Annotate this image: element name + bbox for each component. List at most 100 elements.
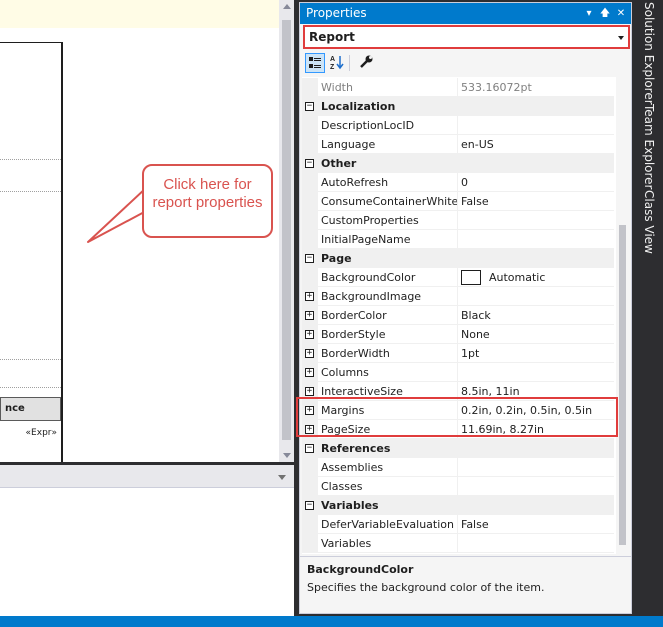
chevron-down-icon[interactable] bbox=[278, 475, 286, 480]
property-value[interactable]: Automatic bbox=[458, 268, 614, 287]
property-row[interactable]: + InteractiveSize 8.5in, 11in bbox=[302, 382, 614, 401]
lower-pane-header bbox=[0, 465, 294, 488]
property-row[interactable]: InitialPageName bbox=[302, 230, 614, 249]
property-value[interactable] bbox=[458, 534, 614, 553]
property-value[interactable] bbox=[458, 477, 614, 496]
scroll-down-icon[interactable] bbox=[283, 453, 291, 458]
alphabetical-sort-icon[interactable]: A Z bbox=[327, 53, 347, 73]
property-row[interactable]: + BackgroundImage bbox=[302, 287, 614, 306]
toolbar-separator bbox=[349, 55, 350, 71]
property-row[interactable]: DescriptionLocID bbox=[302, 116, 614, 135]
property-row[interactable]: CustomProperties bbox=[302, 211, 614, 230]
expand-icon[interactable]: + bbox=[305, 425, 314, 434]
property-row[interactable]: + BorderStyle None bbox=[302, 325, 614, 344]
property-row[interactable]: Variables bbox=[302, 534, 614, 553]
dropdown-arrow-icon[interactable] bbox=[618, 36, 624, 40]
collapse-icon[interactable]: − bbox=[305, 444, 314, 453]
property-value[interactable]: 0 bbox=[458, 173, 614, 192]
property-value[interactable]: 11.69in, 8.27in bbox=[458, 420, 614, 439]
property-row[interactable]: + PageSize 11.69in, 8.27in bbox=[302, 420, 614, 439]
property-name: BorderColor bbox=[318, 306, 458, 325]
property-row[interactable]: DeferVariableEvaluation False bbox=[302, 515, 614, 534]
property-value[interactable] bbox=[458, 287, 614, 306]
expand-icon[interactable]: + bbox=[305, 349, 314, 358]
category-row[interactable]: − Localization bbox=[302, 97, 614, 116]
object-name: Report bbox=[309, 30, 355, 44]
expand-icon[interactable]: + bbox=[305, 406, 314, 415]
category-value-area bbox=[458, 154, 614, 173]
property-grid-scrollbar[interactable] bbox=[616, 77, 629, 554]
category-row[interactable]: − Other bbox=[302, 154, 614, 173]
property-row[interactable]: + Columns bbox=[302, 363, 614, 382]
collapse-icon[interactable]: − bbox=[305, 254, 314, 263]
collapse-icon[interactable]: − bbox=[305, 102, 314, 111]
row-gutter bbox=[302, 192, 318, 211]
close-icon[interactable]: ✕ bbox=[613, 3, 629, 24]
expand-icon[interactable]: + bbox=[305, 387, 314, 396]
property-name: CustomProperties bbox=[318, 211, 458, 230]
table-header-cell[interactable]: nce bbox=[0, 397, 61, 421]
property-row[interactable]: Language en-US bbox=[302, 135, 614, 154]
property-value[interactable]: False bbox=[458, 515, 614, 534]
property-value[interactable] bbox=[458, 116, 614, 135]
property-name: Language bbox=[318, 135, 458, 154]
property-value[interactable] bbox=[458, 363, 614, 382]
tab-solution-explorer[interactable]: Solution Explorer bbox=[638, 2, 660, 105]
divider-line bbox=[0, 387, 61, 388]
property-row[interactable]: Width 533.16072pt bbox=[302, 78, 614, 97]
property-value[interactable]: Black bbox=[458, 306, 614, 325]
property-value[interactable]: 1pt bbox=[458, 344, 614, 363]
lower-pane bbox=[0, 465, 294, 616]
property-name: Margins bbox=[318, 401, 458, 420]
expand-icon[interactable]: + bbox=[305, 330, 314, 339]
property-value[interactable]: en-US bbox=[458, 135, 614, 154]
description-title: BackgroundColor bbox=[307, 563, 414, 576]
property-value[interactable]: 0.2in, 0.2in, 0.5in, 0.5in bbox=[458, 401, 614, 420]
tab-team-explorer[interactable]: Team Explorer bbox=[638, 104, 660, 190]
color-swatch[interactable] bbox=[461, 269, 481, 285]
wrench-icon[interactable] bbox=[356, 53, 376, 73]
expand-icon[interactable]: + bbox=[305, 368, 314, 377]
property-row[interactable]: AutoRefresh 0 bbox=[302, 173, 614, 192]
categorized-icon[interactable] bbox=[305, 53, 325, 73]
property-value-text: en-US bbox=[461, 138, 494, 151]
pin-icon[interactable]: 🡅 bbox=[597, 3, 613, 24]
window-menu-icon[interactable]: ▾ bbox=[581, 3, 597, 24]
property-name: Assemblies bbox=[318, 458, 458, 477]
collapse-icon[interactable]: − bbox=[305, 159, 314, 168]
status-bar bbox=[0, 616, 663, 627]
property-row[interactable]: Assemblies bbox=[302, 458, 614, 477]
property-row[interactable]: BackgroundColor Automatic bbox=[302, 268, 614, 287]
category-row[interactable]: − References bbox=[302, 439, 614, 458]
category-label: References bbox=[318, 439, 458, 458]
row-gutter: − bbox=[302, 496, 318, 515]
object-selector[interactable]: Report bbox=[303, 25, 630, 49]
property-value[interactable]: None bbox=[458, 325, 614, 344]
expand-icon[interactable]: + bbox=[305, 292, 314, 301]
property-name: DeferVariableEvaluation bbox=[318, 515, 458, 534]
property-name: ConsumeContainerWhite bbox=[318, 192, 458, 211]
property-row[interactable]: ConsumeContainerWhite False bbox=[302, 192, 614, 211]
collapse-icon[interactable]: − bbox=[305, 501, 314, 510]
property-value[interactable] bbox=[458, 230, 614, 249]
property-row[interactable]: + BorderWidth 1pt bbox=[302, 344, 614, 363]
expand-icon[interactable]: + bbox=[305, 311, 314, 320]
property-row[interactable]: Classes bbox=[302, 477, 614, 496]
property-name: BorderWidth bbox=[318, 344, 458, 363]
category-row[interactable]: − Variables bbox=[302, 496, 614, 515]
tab-class-view[interactable]: Class View bbox=[638, 190, 660, 254]
property-value[interactable] bbox=[458, 211, 614, 230]
property-value[interactable]: 8.5in, 11in bbox=[458, 382, 614, 401]
category-row[interactable]: − Page bbox=[302, 249, 614, 268]
property-value-text: Black bbox=[461, 309, 491, 322]
property-value[interactable]: 533.16072pt bbox=[458, 78, 614, 97]
scroll-thumb[interactable] bbox=[619, 225, 626, 545]
property-value[interactable]: False bbox=[458, 192, 614, 211]
row-gutter bbox=[302, 458, 318, 477]
property-row[interactable]: + Margins 0.2in, 0.2in, 0.5in, 0.5in bbox=[302, 401, 614, 420]
table-expr-cell[interactable]: «Expr» bbox=[0, 423, 61, 443]
svg-text:Z: Z bbox=[330, 64, 335, 71]
category-value-area bbox=[458, 249, 614, 268]
property-row[interactable]: + BorderColor Black bbox=[302, 306, 614, 325]
property-value[interactable] bbox=[458, 458, 614, 477]
